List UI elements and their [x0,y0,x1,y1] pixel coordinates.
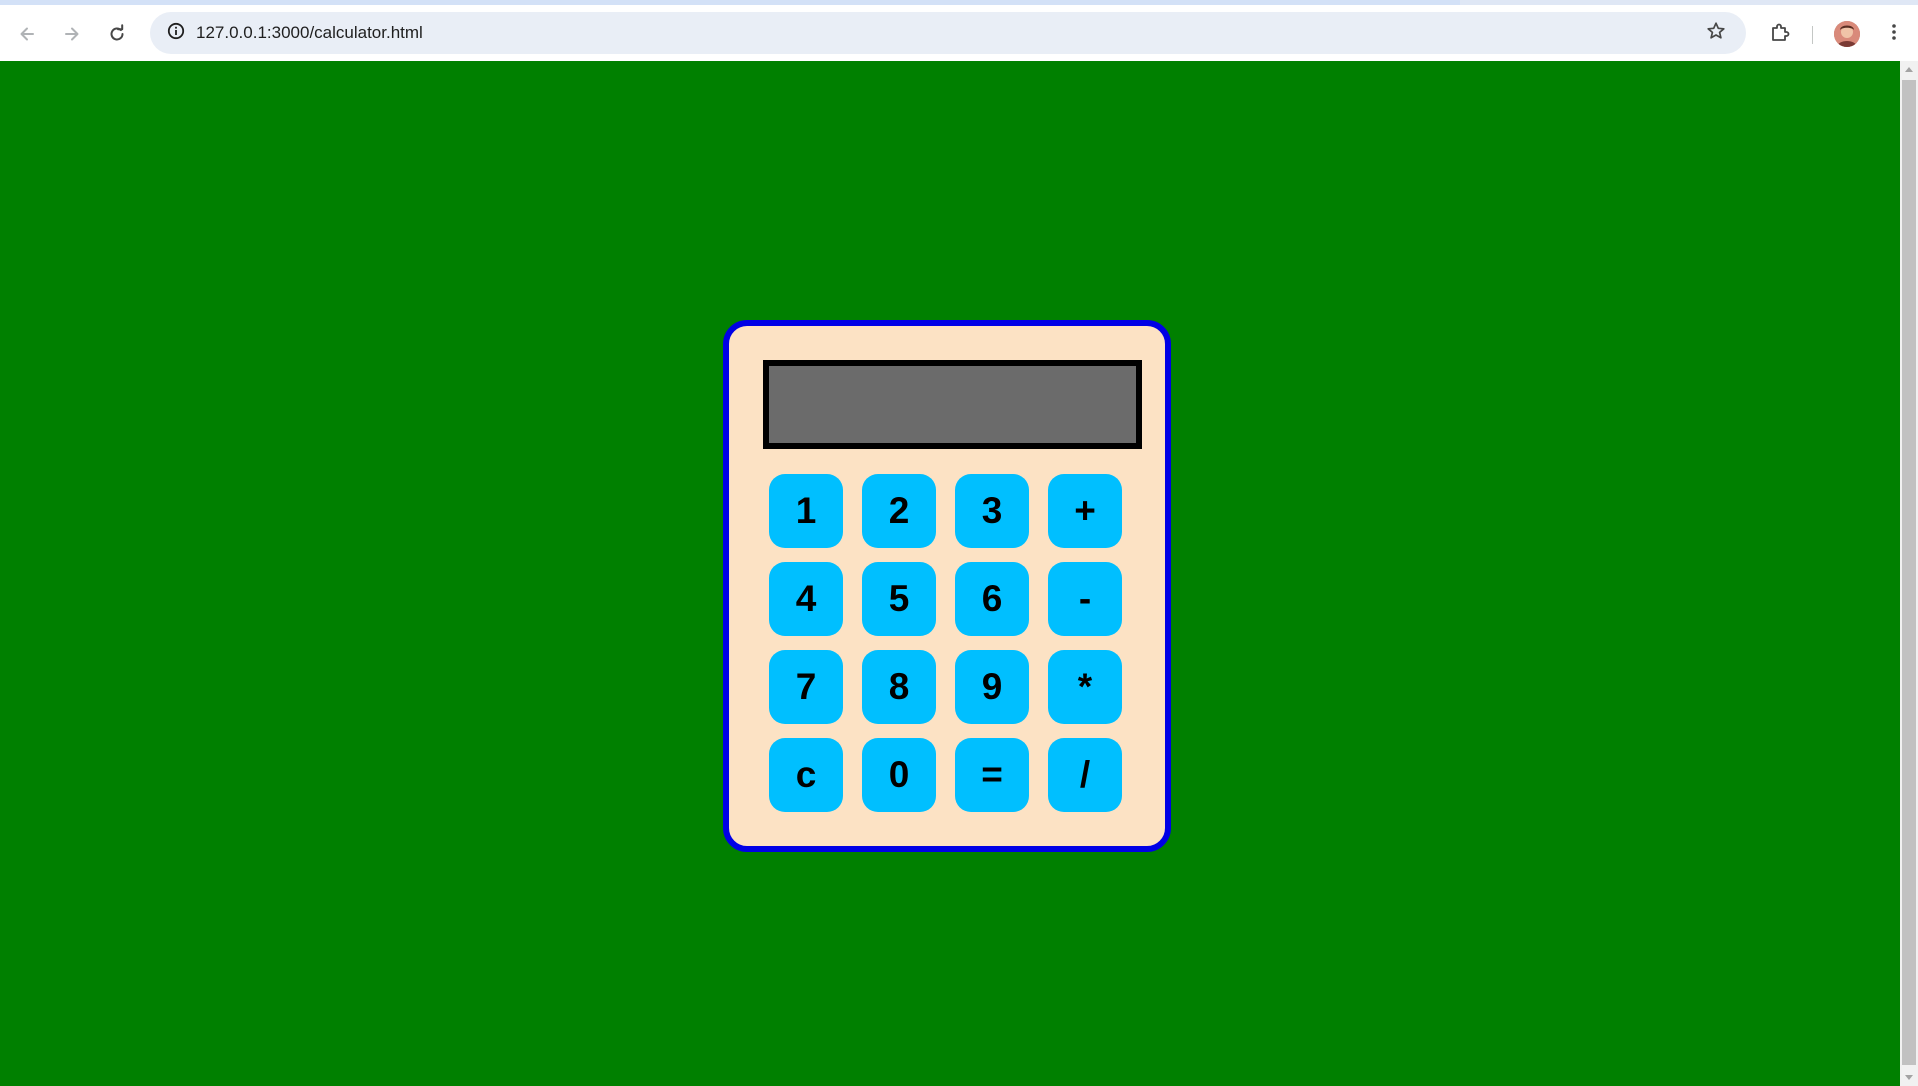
key-3-button[interactable]: 3 [955,474,1029,548]
url-text[interactable]: 127.0.0.1:3000/calculator.html [196,23,423,43]
key-1-button[interactable]: 1 [769,474,843,548]
scrollbar-thumb[interactable] [1902,80,1916,1065]
calculator: 1 2 3 +4 5 6- 7 8 9 * c 0 = / [723,320,1171,852]
more-vert-icon [1884,22,1904,47]
puzzle-icon [1769,21,1791,48]
key-4-button[interactable]: 4 [769,562,843,636]
back-arrow-icon [17,24,37,44]
key-multiply-button[interactable]: * [1048,650,1122,724]
scroll-down-arrow[interactable] [1900,1069,1918,1086]
key-5-button[interactable]: 5 [862,562,936,636]
forward-button[interactable] [56,18,88,50]
reload-button[interactable] [101,18,133,50]
forward-arrow-icon [62,24,82,44]
key-equals-button[interactable]: = [955,738,1029,812]
scroll-up-arrow[interactable] [1900,61,1918,78]
reload-icon [107,24,127,44]
star-icon [1706,21,1726,46]
browser-toolbar: 127.0.0.1:3000/calculator.html [0,5,1918,61]
key-2-button[interactable]: 2 [862,474,936,548]
key-0-button[interactable]: 0 [862,738,936,812]
browser-menu-button[interactable] [1878,18,1910,50]
key-8-button[interactable]: 8 [862,650,936,724]
profile-avatar[interactable] [1834,21,1860,47]
bookmark-button[interactable] [1700,17,1732,49]
calculator-keypad: 1 2 3 +4 5 6- 7 8 9 * c 0 = / [769,474,1122,812]
key-plus-button[interactable]: + [1048,474,1122,548]
key-clear-button[interactable]: c [769,738,843,812]
page-viewport: 1 2 3 +4 5 6- 7 8 9 * c 0 = / [0,61,1900,1086]
browser-window: 127.0.0.1:3000/calculator.html 1 2 3 + 4… [0,0,1918,1086]
address-bar[interactable]: 127.0.0.1:3000/calculator.html [150,12,1746,54]
extensions-button[interactable] [1764,18,1796,50]
key-minus-button[interactable]: - [1048,562,1122,636]
toolbar-divider [1812,26,1813,44]
calculator-display [763,360,1142,449]
vertical-scrollbar[interactable] [1900,61,1918,1086]
key-7-button[interactable]: 7 [769,650,843,724]
key-9-button[interactable]: 9 [955,650,1029,724]
key-divide-button[interactable]: / [1048,738,1122,812]
site-info-button[interactable] [160,17,192,49]
info-icon [167,22,185,45]
key-6-button[interactable]: 6 [955,562,1029,636]
back-button[interactable] [11,18,43,50]
